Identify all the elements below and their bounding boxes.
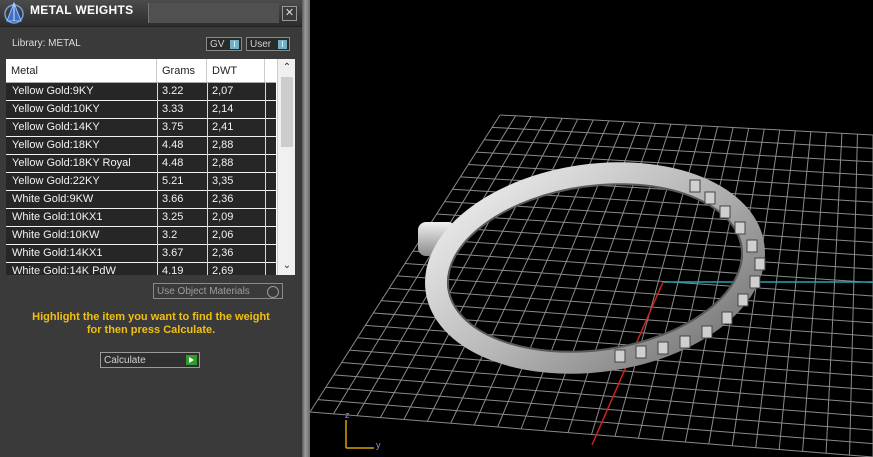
calculate-label: Calculate	[104, 355, 146, 366]
table-row[interactable]: White Gold:14KX1 3.67 2,36	[6, 245, 276, 263]
grams-cell: 4.48	[162, 139, 184, 151]
column-divider	[157, 83, 158, 275]
table-row[interactable]: Yellow Gold:22KY 5.21 3,35	[6, 173, 276, 191]
grid-line	[420, 238, 873, 270]
user-toggle[interactable]: User I	[246, 37, 290, 51]
dwt-cell: 2,36	[212, 247, 234, 259]
grid-line	[412, 250, 873, 284]
metal-cell: Yellow Gold:22KY	[12, 175, 100, 187]
metal-weights-panel: METAL WEIGHTS ✕ Library: METAL GV I User…	[0, 0, 302, 457]
grams-cell: 4.48	[162, 157, 184, 169]
dwt-cell: 2,41	[212, 121, 234, 133]
dwt-cell: 2,06	[212, 229, 234, 241]
radio-icon[interactable]	[267, 286, 279, 298]
instructions-text: Highlight the item you want to find the …	[10, 311, 292, 337]
grams-cell: 3.2	[162, 229, 178, 241]
dwt-cell: 2,36	[212, 193, 234, 205]
metal-cell: Yellow Gold:10KY	[12, 103, 100, 115]
dwt-cell: 2,88	[212, 157, 234, 169]
dwt-cell: 2,69	[212, 265, 234, 275]
table-row[interactable]: White Gold:14K PdW 4.19 2,69	[6, 263, 276, 275]
metal-cell: White Gold:9KW	[12, 193, 94, 205]
table-row[interactable]: Yellow Gold:9KY 3.22 2,07	[6, 83, 276, 101]
grams-cell: 3.33	[162, 103, 184, 115]
table-row[interactable]: White Gold:10KX1 3.25 2,09	[6, 209, 276, 227]
metal-cell: Yellow Gold:18KY Royal	[12, 157, 131, 169]
grid-line	[492, 126, 873, 149]
gv-toggle-label: GV	[210, 39, 225, 50]
table-body: Yellow Gold:9KY 3.22 2,07 Yellow Gold:10KY 3…	[6, 83, 276, 275]
table-row[interactable]: Yellow Gold:18KY Royal 4.48 2,88	[6, 155, 276, 173]
grid-line	[755, 130, 796, 448]
user-toggle-label: User	[250, 39, 272, 50]
grid-line	[499, 114, 873, 136]
scroll-down-icon[interactable]: ⌄	[278, 259, 295, 273]
table-row[interactable]: Yellow Gold:10KY 3.33 2,14	[6, 101, 276, 119]
metal-cell: White Gold:14KX1	[12, 247, 103, 259]
calculate-button[interactable]: Calculate	[100, 352, 200, 368]
grams-cell: 3.67	[162, 247, 184, 259]
axis-label-y: y	[376, 440, 381, 450]
table-row[interactable]: White Gold:10KW 3.2 2,06	[6, 227, 276, 245]
column-divider	[265, 83, 266, 275]
app-logo-icon	[4, 1, 24, 24]
grams-cell: 4.19	[162, 265, 184, 275]
dwt-cell: 2,88	[212, 139, 234, 151]
axis-label-z: z	[345, 410, 350, 420]
table-row[interactable]: Yellow Gold:18KY 4.48 2,88	[6, 137, 276, 155]
metal-cell: Yellow Gold:9KY	[12, 85, 94, 97]
metal-cell: White Gold:10KX1	[12, 211, 103, 223]
toggle-indicator-icon: I	[278, 40, 287, 49]
title-spacer	[148, 3, 279, 23]
grid-line	[428, 225, 873, 257]
scroll-thumb[interactable]	[281, 77, 293, 147]
grams-cell: 5.21	[162, 175, 184, 187]
column-divider	[207, 83, 208, 275]
column-header-grams[interactable]: Grams	[157, 59, 207, 82]
dwt-cell: 2,14	[212, 103, 234, 115]
metal-cell: White Gold:14K PdW	[12, 265, 116, 275]
play-icon[interactable]	[186, 355, 197, 365]
perspective-grid	[310, 114, 873, 457]
grams-cell: 3.25	[162, 211, 184, 223]
scroll-up-icon[interactable]: ⌃	[278, 61, 295, 75]
library-label: Library: METAL	[12, 38, 81, 49]
table-header: Metal Grams DWT	[6, 59, 276, 83]
instructions-line: for then press Calculate.	[86, 324, 216, 336]
grid-line	[436, 213, 873, 243]
table-scrollbar[interactable]: ⌃ ⌄	[277, 59, 295, 275]
3d-viewport[interactable]: z y	[310, 0, 873, 457]
use-object-materials-option[interactable]: Use Object Materials	[153, 283, 283, 299]
column-header-dwt[interactable]: DWT	[207, 59, 265, 82]
dwt-cell: 2,09	[212, 211, 234, 223]
metal-cell: Yellow Gold:14KY	[12, 121, 100, 133]
grams-cell: 3.66	[162, 193, 184, 205]
metal-weights-table: Metal Grams DWT Yellow Gold:9KY 3.22 2,07 Y…	[6, 59, 295, 275]
toggle-indicator-icon: I	[230, 40, 239, 49]
grid-line	[404, 263, 873, 297]
close-button[interactable]: ✕	[282, 6, 297, 21]
dwt-cell: 3,35	[212, 175, 234, 187]
panel-splitter[interactable]	[302, 0, 310, 457]
gv-toggle[interactable]: GV I	[206, 37, 242, 51]
use-object-materials-label: Use Object Materials	[157, 286, 250, 297]
panel-title: METAL WEIGHTS	[30, 3, 134, 17]
dwt-cell: 2,07	[212, 85, 234, 97]
column-header-metal[interactable]: Metal	[6, 59, 157, 82]
axis-gizmo	[345, 420, 374, 449]
metal-cell: Yellow Gold:18KY	[12, 139, 100, 151]
metal-cell: White Gold:10KW	[12, 229, 100, 241]
grid-line	[484, 139, 873, 163]
grams-cell: 3.75	[162, 121, 184, 133]
table-row[interactable]: Yellow Gold:14KY 3.75 2,41	[6, 119, 276, 137]
grams-cell: 3.22	[162, 85, 184, 97]
instructions-line: Highlight the item you want to find the …	[32, 311, 270, 323]
table-row[interactable]: White Gold:9KW 3.66 2,36	[6, 191, 276, 209]
title-bar[interactable]: METAL WEIGHTS ✕	[0, 0, 302, 27]
